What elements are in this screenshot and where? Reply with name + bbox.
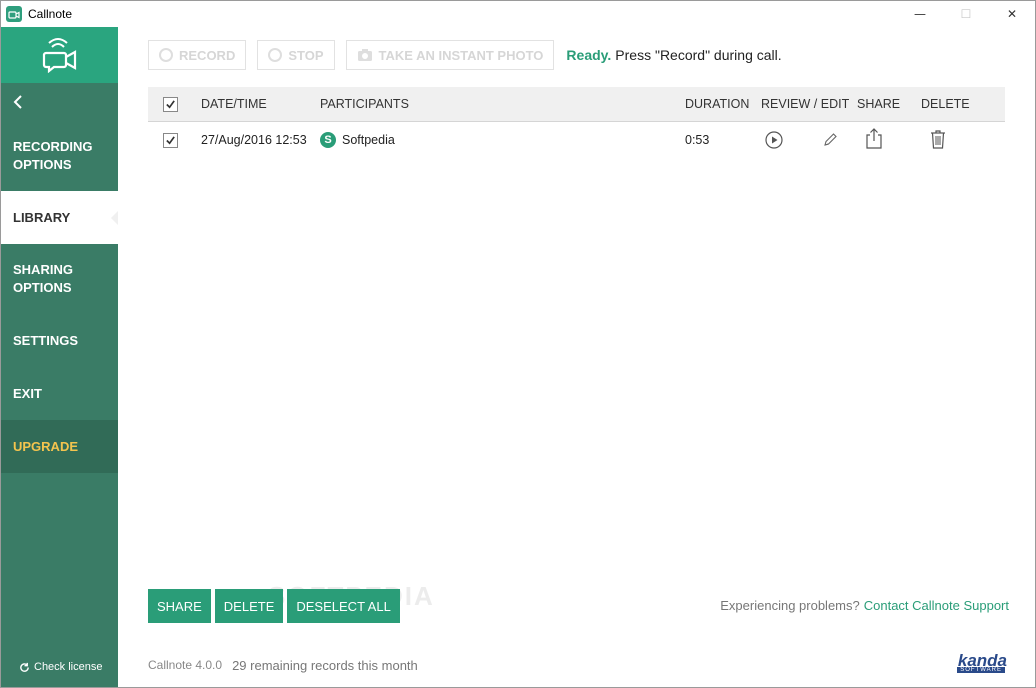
footer: Callnote 4.0.0 29 remaining records this… xyxy=(148,658,418,673)
camera-icon xyxy=(357,49,372,61)
back-button[interactable] xyxy=(1,83,118,121)
share-icon xyxy=(866,128,882,149)
check-license-link[interactable]: Check license xyxy=(19,661,102,673)
header-date[interactable]: DATE/TIME xyxy=(201,97,267,111)
share-button[interactable]: SHARE xyxy=(148,589,211,623)
refresh-icon xyxy=(20,662,29,672)
row-date: 27/Aug/2016 12:53 xyxy=(201,133,307,147)
sidebar-item-settings[interactable]: SETTINGS xyxy=(1,314,118,367)
checkmark-icon xyxy=(166,135,175,145)
header-duration[interactable]: DURATION xyxy=(685,97,749,111)
close-button[interactable]: ✕ xyxy=(989,1,1035,27)
chevron-left-icon xyxy=(13,95,22,109)
table-row[interactable]: 27/Aug/2016 12:53 S Softpedia 0:53 xyxy=(148,122,1005,158)
play-button[interactable] xyxy=(763,129,785,151)
app-icon xyxy=(6,6,22,22)
header-review-edit: REVIEW / EDIT xyxy=(761,97,850,111)
version-label: Callnote 4.0.0 xyxy=(148,658,223,672)
bulk-actions: SHARE DELETE DESELECT ALL xyxy=(148,589,400,623)
stop-icon xyxy=(268,48,283,62)
checkmark-icon xyxy=(166,99,175,109)
share-row-button[interactable] xyxy=(863,127,885,149)
row-participant: S Softpedia xyxy=(320,132,395,148)
callnote-logo xyxy=(1,27,118,83)
row-duration: 0:53 xyxy=(685,133,710,147)
table-header: DATE/TIME PARTICIPANTS DURATION REVIEW /… xyxy=(148,87,1005,122)
minimize-button[interactable]: — xyxy=(897,1,943,27)
record-icon xyxy=(159,48,173,62)
delete-button[interactable]: DELETE xyxy=(214,589,284,623)
app-window: Callnote — ☐ ✕ RECORDING OPTIONS LIBRARY … xyxy=(0,0,1036,688)
sidebar-item-recording-options[interactable]: RECORDING OPTIONS xyxy=(1,121,118,191)
row-checkbox[interactable] xyxy=(163,132,178,148)
recording-toolbar: RECORD STOP TAKE AN INSTANT PHOTO Ready.… xyxy=(148,40,782,70)
pencil-icon xyxy=(824,133,837,146)
support-text: Experiencing problems? Contact Callnote S… xyxy=(720,598,1009,613)
deselect-all-button[interactable]: DESELECT ALL xyxy=(287,589,400,623)
delete-row-button[interactable] xyxy=(927,128,949,150)
maximize-button[interactable]: ☐ xyxy=(943,1,989,27)
library-panel: RECORD STOP TAKE AN INSTANT PHOTO Ready.… xyxy=(118,27,1035,687)
header-participants[interactable]: PARTICIPANTS xyxy=(320,97,409,111)
window-title: Callnote xyxy=(28,7,73,21)
sidebar-item-exit[interactable]: EXIT xyxy=(1,367,118,420)
title-bar: Callnote — ☐ ✕ xyxy=(1,1,1035,27)
stop-button[interactable]: STOP xyxy=(257,40,335,70)
sidebar-item-sharing-options[interactable]: SHARING OPTIONS xyxy=(1,244,118,314)
status-message: Ready. Press "Record" during call. xyxy=(566,47,782,63)
sidebar-item-library[interactable]: LIBRARY xyxy=(1,191,119,244)
recordings-table: DATE/TIME PARTICIPANTS DURATION REVIEW /… xyxy=(148,87,1005,158)
record-button[interactable]: RECORD xyxy=(148,40,247,70)
remaining-records: 29 remaining records this month xyxy=(232,658,418,673)
window-controls: — ☐ ✕ xyxy=(897,1,1035,27)
header-delete: DELETE xyxy=(921,97,970,111)
callnote-logo-icon xyxy=(42,38,76,73)
play-icon xyxy=(765,131,783,149)
sidebar-item-upgrade[interactable]: UPGRADE xyxy=(1,420,118,473)
select-all-checkbox[interactable] xyxy=(163,96,178,112)
header-share: SHARE xyxy=(857,97,901,111)
kanda-logo-sub: SOFTWARE xyxy=(957,667,1005,673)
edit-button[interactable] xyxy=(819,129,841,151)
skype-icon: S xyxy=(320,132,336,148)
sidebar: RECORDING OPTIONS LIBRARY SHARING OPTIONS … xyxy=(1,27,119,687)
contact-support-link[interactable]: Contact Callnote Support xyxy=(864,598,1009,613)
trash-icon xyxy=(931,130,945,149)
instant-photo-button[interactable]: TAKE AN INSTANT PHOTO xyxy=(345,40,555,70)
